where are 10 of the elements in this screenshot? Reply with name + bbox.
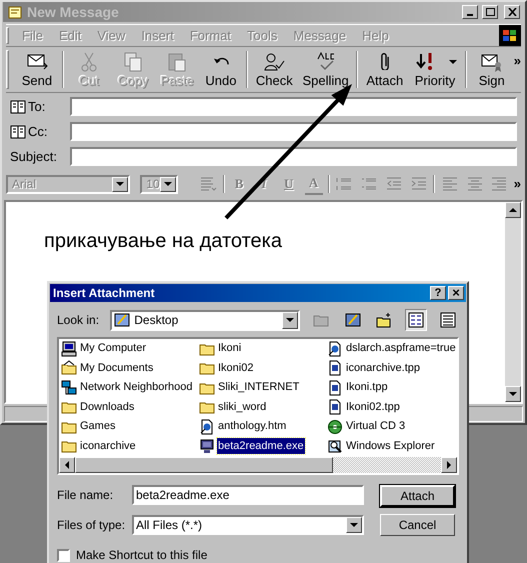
look-in-label: Look in: [57, 312, 100, 329]
file-type-label: Files of type: [57, 517, 126, 534]
field-label: Cc: [28, 122, 48, 141]
shortcut-label: Make Shortcut to this file [76, 547, 208, 563]
file-name-label: File name: [57, 487, 114, 504]
window-title: New Message [27, 2, 120, 22]
dialog-title: Insert Attachment [53, 285, 156, 302]
annotation-text: прикачување на датотека [44, 230, 282, 252]
field-label: To: [28, 98, 46, 116]
field-label: Subject: [10, 148, 57, 166]
